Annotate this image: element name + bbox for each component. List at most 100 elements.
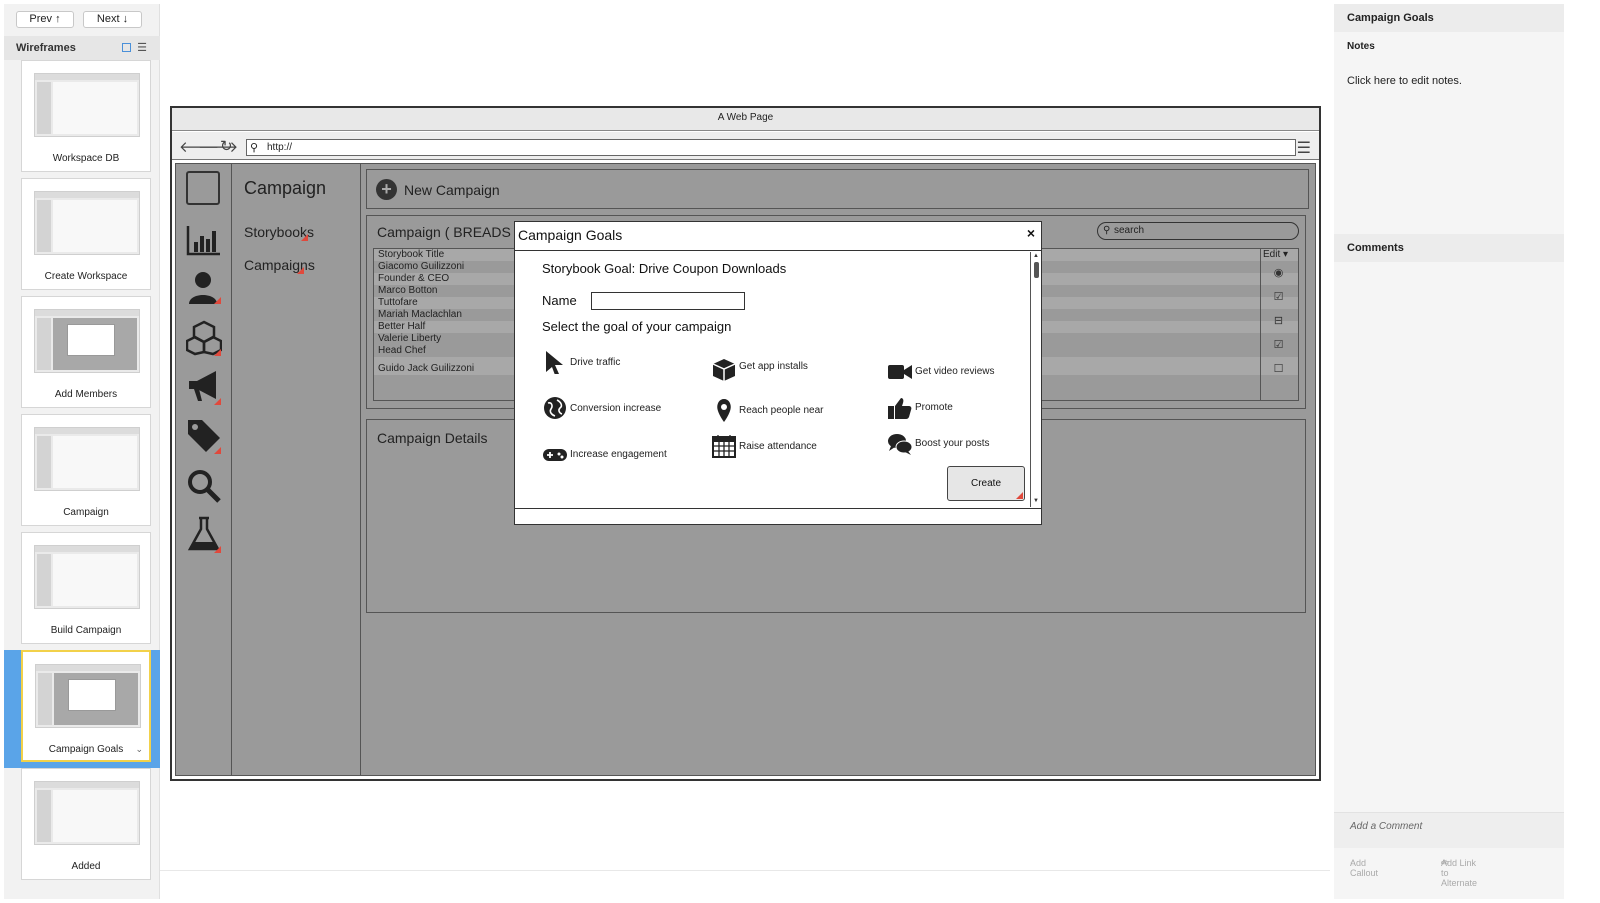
- thumbs-up-icon: [888, 398, 912, 419]
- name-input[interactable]: [591, 292, 745, 310]
- megaphone-icon[interactable]: [186, 368, 222, 404]
- prev-button[interactable]: Prev ↑: [16, 11, 74, 28]
- menu-icon[interactable]: ☰: [1297, 138, 1311, 158]
- thumbnail-image: [35, 664, 141, 728]
- bar-chart-icon[interactable]: [186, 222, 222, 258]
- cubes-icon[interactable]: [186, 320, 222, 356]
- table-row[interactable]: Giacomo Guilizzoni: [378, 261, 464, 272]
- chat-bubbles-icon: [888, 434, 912, 455]
- thumbnail-label: Campaign Goals: [48, 744, 124, 755]
- thumbnail-label: Added: [71, 861, 101, 872]
- checkbox-indeterminate[interactable]: ⊟: [1273, 316, 1284, 327]
- chevron-down-icon[interactable]: ⌄: [135, 744, 143, 755]
- scroll-thumb[interactable]: [1034, 262, 1039, 278]
- table-row[interactable]: Guido Jack Guilizzoni: [378, 363, 474, 374]
- tag-icon[interactable]: [186, 418, 222, 454]
- wireframes-header: Wireframes ☰: [4, 36, 160, 60]
- nav-item-storybooks[interactable]: Storybooks: [244, 224, 314, 240]
- dialog-footer: [515, 508, 1041, 525]
- canvas-divider: [160, 870, 1330, 871]
- goal-label: Drive traffic: [570, 357, 621, 368]
- panel-title: Campaign Goals: [1334, 4, 1564, 32]
- url-text: http://: [267, 142, 293, 153]
- goal-label: Raise attendance: [739, 441, 817, 452]
- notes-editor[interactable]: Click here to edit notes.: [1347, 75, 1462, 87]
- thumbnail-create-workspace[interactable]: Create Workspace: [21, 178, 151, 290]
- thumbnail-label: Add Members: [54, 389, 118, 400]
- edit-column-header[interactable]: Edit ▾: [1263, 249, 1288, 260]
- scroll-down-icon[interactable]: ▼: [1033, 498, 1039, 504]
- thumbnail-campaign-goals[interactable]: Campaign Goals ⌄: [21, 650, 151, 762]
- nav-sidebar: Campaign Storybooks Campaigns: [233, 164, 361, 775]
- table-row[interactable]: Storybook Title: [378, 249, 444, 260]
- user-icon[interactable]: [186, 270, 222, 306]
- view-toggle[interactable]: ☰: [122, 36, 150, 60]
- wireframes-header-label: Wireframes: [16, 42, 76, 54]
- notes-label: Notes: [1347, 41, 1375, 52]
- icon-sidebar: [176, 164, 232, 775]
- flask-icon[interactable]: [186, 516, 222, 552]
- create-button[interactable]: Create: [947, 466, 1025, 501]
- thumbnail-label: Workspace DB: [52, 153, 120, 164]
- gamepad-icon: [543, 449, 567, 461]
- thumbnail-image: [34, 191, 140, 255]
- thumbnail-image: [34, 73, 140, 137]
- search-icon: ⚲: [1103, 225, 1111, 236]
- browser-title: A Web Page: [172, 108, 1319, 131]
- campaign-details-title: Campaign Details: [377, 430, 488, 446]
- nav-title: Campaign: [244, 178, 327, 198]
- dialog-body: Storybook Goal: Drive Coupon Downloads N…: [515, 252, 1030, 507]
- table-row[interactable]: Head Chef: [378, 345, 426, 356]
- url-bar[interactable]: ⚲ http://: [246, 139, 1296, 156]
- thumbnail-campaign[interactable]: Campaign: [21, 414, 151, 526]
- search-icon[interactable]: [186, 468, 222, 504]
- goal-label: Conversion increase: [570, 403, 662, 414]
- edit-column: Edit ▾ ◉ ☑ ⊟ ☑ ☐: [1260, 249, 1299, 400]
- properties-panel: Campaign Goals Notes Click here to edit …: [1334, 4, 1564, 899]
- map-pin-icon: [717, 399, 731, 422]
- checkbox-checked[interactable]: ☑: [1273, 292, 1284, 303]
- video-camera-icon: [888, 365, 912, 379]
- checkbox-checked[interactable]: ☑: [1273, 340, 1284, 351]
- campaign-goals-dialog: Campaign Goals × Storybook Goal: Drive C…: [514, 221, 1042, 525]
- warning-marker: [1016, 492, 1023, 499]
- next-button[interactable]: Next ↓: [83, 11, 142, 28]
- goal-label: Get app installs: [739, 361, 808, 372]
- select-goal-label: Select the goal of your campaign: [542, 319, 732, 334]
- nav-item-campaigns[interactable]: Campaigns: [244, 257, 315, 273]
- logo-placeholder: [186, 171, 220, 205]
- radio-selected[interactable]: ◉: [1273, 268, 1284, 279]
- thumbnail-add-members[interactable]: Add Members: [21, 296, 151, 408]
- reload-icon[interactable]: ↻: [220, 137, 233, 155]
- close-icon[interactable]: ×: [1027, 225, 1035, 241]
- add-link-button[interactable]: ⚯ Add Link to Alternate ⌄: [1441, 854, 1477, 888]
- checkbox-unchecked[interactable]: ☐: [1273, 364, 1284, 375]
- thumbnail-added[interactable]: Added: [21, 768, 151, 880]
- calendar-icon: [712, 435, 736, 458]
- thumbnail-label: Campaign: [63, 507, 109, 518]
- goal-label: Reach people near: [739, 405, 824, 416]
- goal-label: Increase engagement: [570, 449, 667, 460]
- table-row[interactable]: Valerie Liberty: [378, 333, 441, 344]
- dialog-scrollbar[interactable]: ▲ ▼: [1030, 252, 1042, 507]
- new-campaign-button[interactable]: + New Campaign: [366, 169, 1309, 209]
- dialog-title: Campaign Goals: [518, 227, 623, 243]
- box-icon: [712, 359, 736, 381]
- grid-view-icon[interactable]: [122, 43, 132, 52]
- search-input[interactable]: ⚲ search: [1097, 222, 1299, 240]
- name-label: Name: [542, 293, 577, 308]
- scroll-up-icon[interactable]: ▲: [1033, 253, 1039, 259]
- list-view-icon[interactable]: ☰: [137, 42, 150, 54]
- thumbnail-build-campaign[interactable]: Build Campaign: [21, 532, 151, 644]
- thumbnail-workspace-db[interactable]: Workspace DB: [21, 60, 151, 172]
- thumbnail-image: [34, 309, 140, 373]
- add-comment-input[interactable]: Add a Comment: [1334, 812, 1564, 848]
- table-row[interactable]: Marco Botton: [378, 285, 437, 296]
- wireframes-panel: Prev ↑ Next ↓ Wireframes ☰ Workspace DB …: [4, 4, 160, 899]
- table-row[interactable]: Tuttofare: [378, 297, 418, 308]
- table-row[interactable]: Better Half: [378, 321, 425, 332]
- table-row[interactable]: Mariah Maclachlan: [378, 309, 462, 320]
- goal-label: Promote: [915, 402, 953, 413]
- search-icon: ⚲: [250, 142, 259, 154]
- table-row[interactable]: Founder & CEO: [378, 273, 449, 284]
